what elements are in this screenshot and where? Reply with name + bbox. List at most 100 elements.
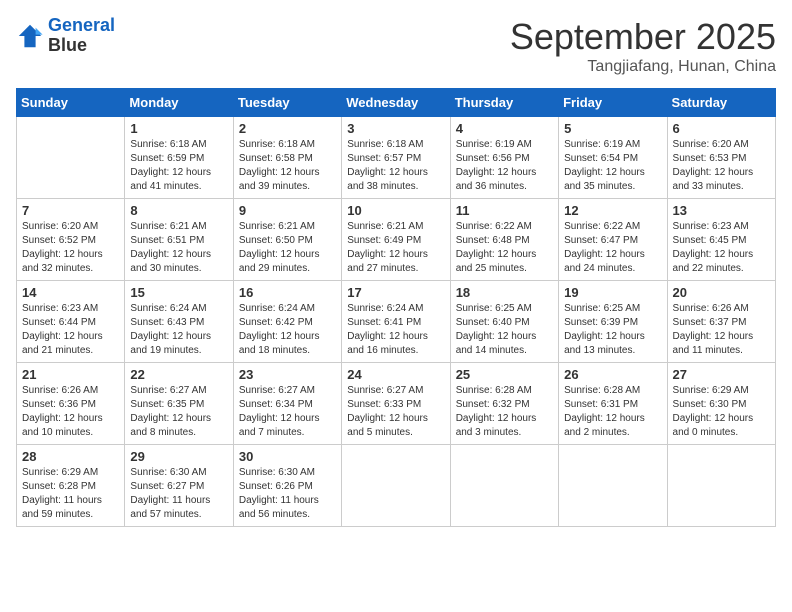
- calendar-cell: 2Sunrise: 6:18 AM Sunset: 6:58 PM Daylig…: [233, 117, 341, 199]
- day-info: Sunrise: 6:21 AM Sunset: 6:50 PM Dayligh…: [239, 220, 336, 276]
- day-info: Sunrise: 6:21 AM Sunset: 6:49 PM Dayligh…: [347, 220, 444, 276]
- day-number: 27: [673, 367, 770, 382]
- day-number: 13: [673, 203, 770, 218]
- day-info: Sunrise: 6:18 AM Sunset: 6:57 PM Dayligh…: [347, 138, 444, 194]
- calendar-cell: 15 Sunrise: 6:24 AM Sunset: 6:43 PM Dayli…: [125, 281, 233, 363]
- day-number: 25: [456, 367, 553, 382]
- calendar-cell: 17 Sunrise: 6:24 AM Sunset: 6:41 PM Dayli…: [342, 281, 450, 363]
- calendar-cell: 23 Sunrise: 6:27 AM Sunset: 6:34 PM Dayli…: [233, 363, 341, 445]
- calendar-week-row: 14 Sunrise: 6:23 AM Sunset: 6:44 PM Dayli…: [17, 281, 776, 363]
- day-info: Sunrise: 6:24 AM Sunset: 6:43 PM Dayligh…: [130, 302, 227, 358]
- calendar-cell: 21 Sunrise: 6:26 AM Sunset: 6:36 PM Dayli…: [17, 363, 125, 445]
- day-number: 7: [22, 203, 119, 218]
- calendar-cell: 6 Sunrise: 6:20 AM Sunset: 6:53 PM Daylig…: [667, 117, 775, 199]
- calendar-cell: 22 Sunrise: 6:27 AM Sunset: 6:35 PM Dayli…: [125, 363, 233, 445]
- day-info: Sunrise: 6:22 AM Sunset: 6:48 PM Dayligh…: [456, 220, 553, 276]
- day-number: 6: [673, 121, 770, 136]
- calendar-cell: [559, 445, 667, 527]
- calendar-week-row: 21 Sunrise: 6:26 AM Sunset: 6:36 PM Dayli…: [17, 363, 776, 445]
- day-number: 3: [347, 121, 444, 136]
- calendar-cell: 4 Sunrise: 6:19 AM Sunset: 6:56 PM Daylig…: [450, 117, 558, 199]
- day-info: Sunrise: 6:28 AM Sunset: 6:32 PM Dayligh…: [456, 384, 553, 440]
- calendar-cell: 24 Sunrise: 6:27 AM Sunset: 6:33 PM Dayli…: [342, 363, 450, 445]
- page-header: General Blue September 2025 Tangjiafang,…: [16, 16, 776, 76]
- day-number: 26: [564, 367, 661, 382]
- day-number: 14: [22, 285, 119, 300]
- day-number: 22: [130, 367, 227, 382]
- calendar-cell: [342, 445, 450, 527]
- day-number: 1: [130, 121, 227, 136]
- day-info: Sunrise: 6:20 AM Sunset: 6:53 PM Dayligh…: [673, 138, 770, 194]
- calendar-cell: [17, 117, 125, 199]
- day-number: 16: [239, 285, 336, 300]
- calendar-cell: 19 Sunrise: 6:25 AM Sunset: 6:39 PM Dayli…: [559, 281, 667, 363]
- title-block: September 2025 Tangjiafang, Hunan, China: [510, 16, 776, 76]
- day-info: Sunrise: 6:29 AM Sunset: 6:30 PM Dayligh…: [673, 384, 770, 440]
- calendar-cell: 26 Sunrise: 6:28 AM Sunset: 6:31 PM Dayli…: [559, 363, 667, 445]
- day-number: 19: [564, 285, 661, 300]
- day-number: 30: [239, 449, 336, 464]
- day-number: 12: [564, 203, 661, 218]
- calendar-cell: 18Sunrise: 6:25 AM Sunset: 6:40 PM Dayli…: [450, 281, 558, 363]
- day-info: Sunrise: 6:30 AM Sunset: 6:26 PM Dayligh…: [239, 466, 336, 522]
- calendar-cell: [667, 445, 775, 527]
- day-info: Sunrise: 6:24 AM Sunset: 6:41 PM Dayligh…: [347, 302, 444, 358]
- day-number: 5: [564, 121, 661, 136]
- day-number: 23: [239, 367, 336, 382]
- day-number: 11: [456, 203, 553, 218]
- day-number: 9: [239, 203, 336, 218]
- weekday-header-saturday: Saturday: [667, 89, 775, 117]
- day-info: Sunrise: 6:19 AM Sunset: 6:56 PM Dayligh…: [456, 138, 553, 194]
- calendar-cell: [450, 445, 558, 527]
- weekday-header-wednesday: Wednesday: [342, 89, 450, 117]
- day-number: 29: [130, 449, 227, 464]
- weekday-header-sunday: Sunday: [17, 89, 125, 117]
- day-info: Sunrise: 6:30 AM Sunset: 6:27 PM Dayligh…: [130, 466, 227, 522]
- day-info: Sunrise: 6:19 AM Sunset: 6:54 PM Dayligh…: [564, 138, 661, 194]
- day-info: Sunrise: 6:27 AM Sunset: 6:33 PM Dayligh…: [347, 384, 444, 440]
- day-info: Sunrise: 6:20 AM Sunset: 6:52 PM Dayligh…: [22, 220, 119, 276]
- calendar-week-row: 7 Sunrise: 6:20 AM Sunset: 6:52 PM Daylig…: [17, 199, 776, 281]
- day-number: 18: [456, 285, 553, 300]
- day-info: Sunrise: 6:26 AM Sunset: 6:37 PM Dayligh…: [673, 302, 770, 358]
- weekday-header-tuesday: Tuesday: [233, 89, 341, 117]
- day-number: 8: [130, 203, 227, 218]
- logo-icon: [16, 22, 44, 50]
- calendar-cell: 9 Sunrise: 6:21 AM Sunset: 6:50 PM Daylig…: [233, 199, 341, 281]
- day-number: 15: [130, 285, 227, 300]
- weekday-header-monday: Monday: [125, 89, 233, 117]
- day-number: 21: [22, 367, 119, 382]
- day-info: Sunrise: 6:21 AM Sunset: 6:51 PM Dayligh…: [130, 220, 227, 276]
- day-info: Sunrise: 6:25 AM Sunset: 6:39 PM Dayligh…: [564, 302, 661, 358]
- weekday-header-row: SundayMondayTuesdayWednesdayThursdayFrid…: [17, 89, 776, 117]
- day-number: 17: [347, 285, 444, 300]
- day-info: Sunrise: 6:27 AM Sunset: 6:35 PM Dayligh…: [130, 384, 227, 440]
- calendar-cell: 12 Sunrise: 6:22 AM Sunset: 6:47 PM Dayli…: [559, 199, 667, 281]
- day-info: Sunrise: 6:28 AM Sunset: 6:31 PM Dayligh…: [564, 384, 661, 440]
- calendar-cell: 13 Sunrise: 6:23 AM Sunset: 6:45 PM Dayli…: [667, 199, 775, 281]
- weekday-header-thursday: Thursday: [450, 89, 558, 117]
- logo: General Blue: [16, 16, 115, 56]
- day-info: Sunrise: 6:18 AM Sunset: 6:58 PM Dayligh…: [239, 138, 336, 194]
- location: Tangjiafang, Hunan, China: [510, 58, 776, 76]
- day-number: 24: [347, 367, 444, 382]
- day-info: Sunrise: 6:22 AM Sunset: 6:47 PM Dayligh…: [564, 220, 661, 276]
- day-info: Sunrise: 6:29 AM Sunset: 6:28 PM Dayligh…: [22, 466, 119, 522]
- day-info: Sunrise: 6:27 AM Sunset: 6:34 PM Dayligh…: [239, 384, 336, 440]
- calendar-week-row: 28 Sunrise: 6:29 AM Sunset: 6:28 PM Dayli…: [17, 445, 776, 527]
- logo-text: General Blue: [48, 16, 115, 56]
- calendar-cell: 25 Sunrise: 6:28 AM Sunset: 6:32 PM Dayli…: [450, 363, 558, 445]
- day-info: Sunrise: 6:23 AM Sunset: 6:45 PM Dayligh…: [673, 220, 770, 276]
- day-number: 20: [673, 285, 770, 300]
- calendar-cell: 16 Sunrise: 6:24 AM Sunset: 6:42 PM Dayli…: [233, 281, 341, 363]
- calendar-table: SundayMondayTuesdayWednesdayThursdayFrid…: [16, 88, 776, 527]
- day-number: 28: [22, 449, 119, 464]
- day-info: Sunrise: 6:24 AM Sunset: 6:42 PM Dayligh…: [239, 302, 336, 358]
- day-info: Sunrise: 6:23 AM Sunset: 6:44 PM Dayligh…: [22, 302, 119, 358]
- weekday-header-friday: Friday: [559, 89, 667, 117]
- calendar-cell: 7 Sunrise: 6:20 AM Sunset: 6:52 PM Daylig…: [17, 199, 125, 281]
- day-number: 4: [456, 121, 553, 136]
- calendar-cell: 27 Sunrise: 6:29 AM Sunset: 6:30 PM Dayli…: [667, 363, 775, 445]
- month-title: September 2025: [510, 16, 776, 58]
- day-info: Sunrise: 6:26 AM Sunset: 6:36 PM Dayligh…: [22, 384, 119, 440]
